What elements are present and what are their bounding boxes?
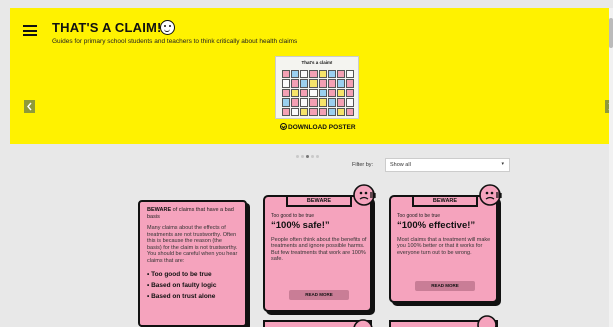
mascot-icon	[477, 315, 497, 327]
carousel-dot[interactable]	[311, 155, 314, 158]
beware-badge: BEWARE	[286, 195, 352, 207]
mascot-icon	[479, 184, 502, 206]
carousel-dot-active[interactable]	[306, 155, 309, 158]
claim-category: Too good to be true	[397, 213, 441, 219]
mascot-icon	[353, 184, 376, 206]
claim-headline: “100% effective!”	[397, 220, 476, 231]
intro-point: • Based on trust alone	[147, 293, 216, 300]
intro-points: • Too good to be true • Based on faulty …	[147, 269, 238, 302]
poster-title: That's a claim!	[301, 60, 333, 65]
header-banner: THAT'S A CLAIM! Guides for primary schoo…	[10, 8, 613, 144]
intro-point: • Based on faulty logic	[147, 282, 217, 289]
download-label: DOWNLOAD POSTER	[288, 124, 356, 131]
claim-description: People often think about the benefits of…	[271, 237, 367, 263]
read-more-button[interactable]: READ MORE	[289, 290, 349, 300]
claim-card-100-effective[interactable]: BEWARE Too good to be true “100% effecti…	[389, 184, 502, 303]
carousel-dot[interactable]	[316, 155, 319, 158]
mascot-icon	[353, 319, 373, 327]
claim-card-100-safe[interactable]: BEWARE Too good to be true “100% safe!” …	[263, 184, 376, 312]
tagline: Guides for primary school students and t…	[52, 38, 298, 45]
logo-face-icon	[160, 20, 175, 35]
intro-card: BEWARE of claims that have a bad basis M…	[138, 200, 247, 327]
read-more-button[interactable]: READ MORE	[415, 281, 475, 291]
carousel-dot[interactable]	[296, 155, 299, 158]
scroll-thumb[interactable]	[609, 18, 613, 48]
poster-grid	[282, 70, 354, 116]
menu-icon[interactable]	[23, 25, 37, 36]
carousel-dots	[296, 155, 319, 158]
filter-selected-value: Show all	[390, 162, 411, 168]
poster-thumbnail[interactable]: That's a claim!	[275, 56, 359, 119]
download-poster-link[interactable]: DOWNLOAD POSTER	[280, 123, 356, 131]
site-title[interactable]: THAT'S A CLAIM!	[52, 20, 162, 35]
claim-category: Too good to be true	[271, 213, 315, 219]
claim-headline: “100% safe!”	[271, 220, 330, 231]
intro-point: • Too good to be true	[147, 271, 212, 278]
carousel-dot[interactable]	[301, 155, 304, 158]
intro-lead: BEWARE of claims that have a bad basis	[147, 207, 234, 220]
page: THAT'S A CLAIM! Guides for primary schoo…	[0, 0, 613, 327]
beware-badge: BEWARE	[412, 195, 478, 207]
download-icon	[280, 123, 287, 130]
arrow-left-icon[interactable]	[24, 100, 35, 113]
filter-select[interactable]: Show all ▾	[385, 158, 510, 172]
scrollbar[interactable]	[609, 8, 613, 327]
chevron-down-icon: ▾	[501, 161, 504, 167]
intro-body: Many claims about the effects of treatme…	[147, 225, 238, 264]
filter-label: Filter by:	[352, 162, 374, 168]
claim-description: Most claims that a treatment will make y…	[397, 237, 491, 256]
